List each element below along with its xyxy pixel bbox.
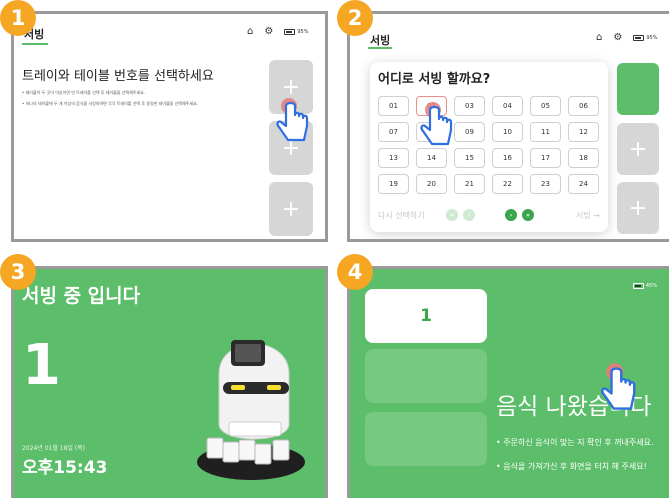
panel-select-tray: 서빙 ⌂ ⚙ 95% 트레이와 테이블 번호를 선택하세요 • 테이블이 두 곳… xyxy=(11,11,328,242)
table-button-24[interactable]: 24 xyxy=(568,174,599,194)
tutorial-canvas: 1 2 3 4 서빙 ⌂ ⚙ 95% 트레이와 테이블 번호를 선택하세요 • … xyxy=(0,0,669,498)
step-badge-1: 1 xyxy=(0,0,36,36)
table-button-12[interactable]: 12 xyxy=(568,122,599,142)
home-icon[interactable]: ⌂ xyxy=(596,32,602,43)
bullet-2: • 하나의 테이블에 두 개 이상의 음식을 서빙하려면 각각 트레이를 선택 … xyxy=(22,101,198,106)
panel-select-table: 서빙 ⌂ ⚙ 95% + + 어디로 서빙 할까요? 0102030405060… xyxy=(347,11,669,242)
battery-icon: 45% xyxy=(632,283,657,289)
battery-icon: 95% xyxy=(633,34,657,41)
step-badge-2: 2 xyxy=(337,0,373,36)
page-next-button[interactable]: › xyxy=(505,209,517,221)
bullet-1: • 테이블이 두 곳이 이상이면 빈 트레이를 선택 후 테이블을 선택해주세요… xyxy=(22,90,146,95)
gear-icon[interactable]: ⚙ xyxy=(264,26,273,37)
date-label: 2024년 01월 18일 (목) xyxy=(22,445,86,452)
table-button-21[interactable]: 21 xyxy=(454,174,485,194)
table-button-11[interactable]: 11 xyxy=(530,122,561,142)
page-last-button[interactable]: » xyxy=(522,209,534,221)
instruction-1: • 주문하신 음식이 맞는 지 확인 후 꺼내주세요. xyxy=(496,438,654,447)
tray-card-2[interactable] xyxy=(365,349,487,403)
table-button-01[interactable]: 01 xyxy=(378,96,409,116)
tray-card-3[interactable] xyxy=(365,412,487,466)
table-button-18[interactable]: 18 xyxy=(568,148,599,168)
pointing-hand-icon xyxy=(276,98,309,142)
header-underline xyxy=(22,43,48,45)
table-button-23[interactable]: 23 xyxy=(530,174,561,194)
page-heading: 트레이와 테이블 번호를 선택하세요 xyxy=(22,69,214,84)
dialog-title: 어디로 서빙 할까요? xyxy=(378,72,491,87)
table-number: 1 xyxy=(22,333,61,398)
tray-slot-3[interactable]: + xyxy=(269,182,313,236)
step-badge-3: 3 xyxy=(0,254,36,290)
panel-food-arrived: 45% 1 음식 나왔습니다 • 주문하신 음식이 맞는 지 확인 후 꺼내주세… xyxy=(347,266,669,498)
table-button-06[interactable]: 06 xyxy=(568,96,599,116)
tray-slot-1-selected[interactable] xyxy=(617,63,659,115)
table-button-05[interactable]: 05 xyxy=(530,96,561,116)
table-button-17[interactable]: 17 xyxy=(530,148,561,168)
table-button-10[interactable]: 10 xyxy=(492,122,523,142)
table-button-09[interactable]: 09 xyxy=(454,122,485,142)
step-badge-4: 4 xyxy=(337,254,373,290)
table-grid: 0102030405060708091011121314151617181920… xyxy=(378,96,599,194)
gear-icon[interactable]: ⚙ xyxy=(613,32,622,43)
header-title: 서빙 xyxy=(370,34,391,47)
header-icons: ⌂ ⚙ 95% xyxy=(596,32,657,43)
page-first-button[interactable]: « xyxy=(446,209,458,221)
table-button-22[interactable]: 22 xyxy=(492,174,523,194)
table-button-14[interactable]: 14 xyxy=(416,148,447,168)
page-prev-button[interactable]: ‹ xyxy=(463,209,475,221)
panel-serving-in-progress: 서빙 중 입니다 1 2024년 01월 18일 (목) 오후15:43 xyxy=(11,266,328,498)
table-button-13[interactable]: 13 xyxy=(378,148,409,168)
table-button-20[interactable]: 20 xyxy=(416,174,447,194)
table-button-03[interactable]: 03 xyxy=(454,96,485,116)
time-label: 오후15:43 xyxy=(22,458,108,478)
pointing-hand-icon xyxy=(420,102,453,146)
tray-slot-2[interactable]: + xyxy=(617,123,659,175)
header-icons: ⌂ ⚙ 95% xyxy=(247,26,308,37)
table-button-04[interactable]: 04 xyxy=(492,96,523,116)
tray-card-1[interactable]: 1 xyxy=(365,289,487,343)
home-icon[interactable]: ⌂ xyxy=(247,26,253,37)
robot-server-icon xyxy=(197,340,305,480)
instruction-2: • 음식을 가져가신 후 화면을 터치 해 주세요! xyxy=(496,462,647,471)
battery-icon: 95% xyxy=(284,28,308,35)
serving-status-title: 서빙 중 입니다 xyxy=(22,285,141,307)
table-picker-dialog: 어디로 서빙 할까요? 0102030405060708091011121314… xyxy=(370,62,608,232)
table-button-16[interactable]: 16 xyxy=(492,148,523,168)
table-button-19[interactable]: 19 xyxy=(378,174,409,194)
dialog-footer: 다시 선택하기 « ‹ › » 서빙 → xyxy=(378,209,600,223)
serve-next-button[interactable]: 서빙 → xyxy=(576,210,600,221)
table-button-15[interactable]: 15 xyxy=(454,148,485,168)
table-button-07[interactable]: 07 xyxy=(378,122,409,142)
pointing-hand-icon xyxy=(601,363,636,410)
header-underline xyxy=(368,47,392,49)
reset-button[interactable]: 다시 선택하기 xyxy=(378,210,425,221)
tray-slot-3[interactable]: + xyxy=(617,182,659,234)
